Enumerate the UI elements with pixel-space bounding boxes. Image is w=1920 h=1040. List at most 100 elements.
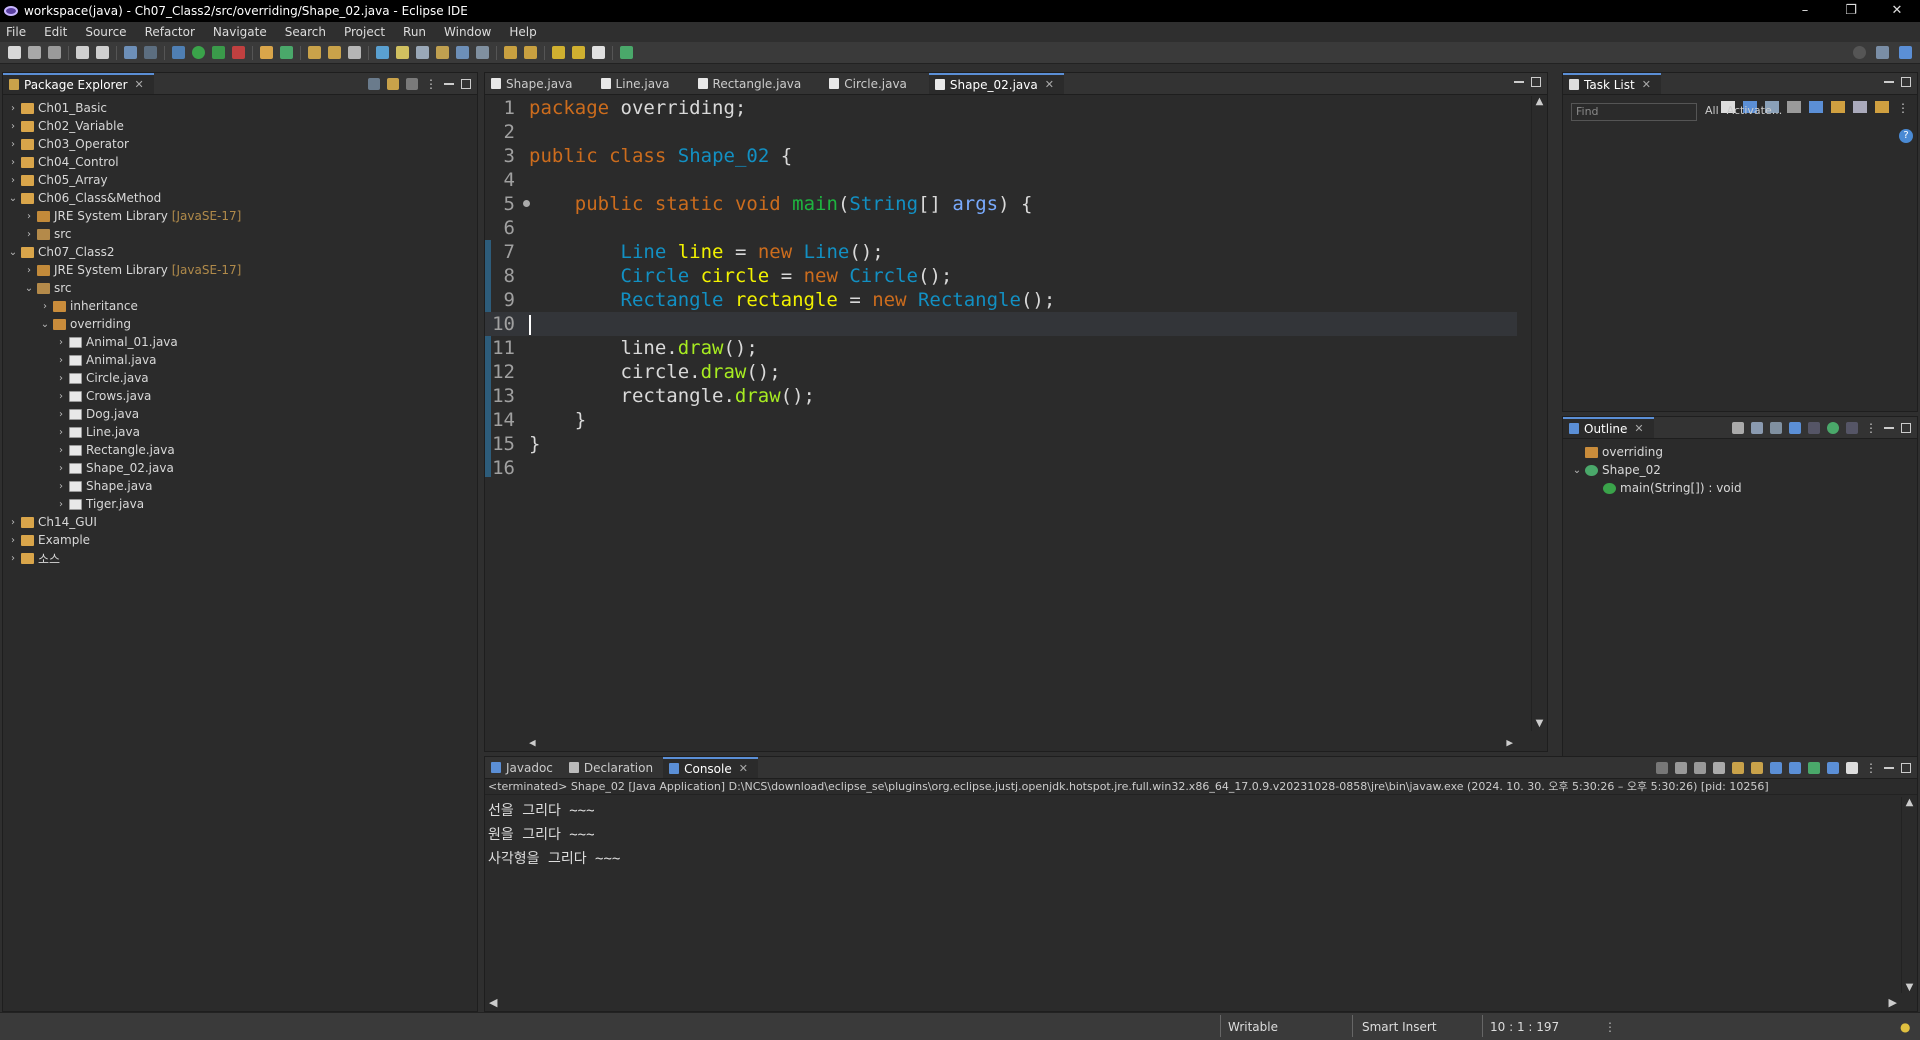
collapse-all-icon[interactable]	[368, 78, 380, 90]
pilcrow-icon[interactable]	[476, 46, 489, 59]
display-console-icon[interactable]	[1827, 762, 1839, 774]
editor-tab[interactable]: Line.java	[595, 73, 680, 94]
tab-javadoc[interactable]: Javadoc	[485, 757, 563, 778]
tree-item[interactable]: › Circle.java	[3, 369, 477, 387]
tab-outline[interactable]: Outline ✕	[1563, 417, 1654, 438]
debug-icon[interactable]	[172, 46, 185, 59]
chevron-right-icon[interactable]: ›	[7, 553, 19, 564]
menu-file[interactable]: File	[6, 25, 26, 39]
code-line[interactable]: 13 rectangle.draw();	[485, 384, 1517, 408]
tree-item[interactable]: › Ch05_Array	[3, 171, 477, 189]
highlight-icon[interactable]	[396, 46, 409, 59]
word-wrap-icon[interactable]	[456, 46, 469, 59]
status-cursor-position[interactable]: 10 : 1 : 197	[1490, 1020, 1559, 1034]
link-with-editor-icon[interactable]	[387, 78, 399, 90]
close-button[interactable]: ✕	[1874, 0, 1920, 22]
chevron-down-icon[interactable]: ⌄	[1571, 465, 1583, 476]
minimize-view-icon[interactable]	[1884, 427, 1894, 429]
word-wrap-icon[interactable]	[1751, 762, 1763, 774]
chevron-down-icon[interactable]: ⌄	[7, 193, 19, 204]
coverage-icon[interactable]	[212, 46, 225, 59]
console-vertical-scrollbar[interactable]: ▲ ▼	[1901, 797, 1917, 993]
open-perspective-icon[interactable]	[1876, 46, 1889, 59]
menu-source[interactable]: Source	[85, 25, 126, 39]
code-line[interactable]: 14 }	[485, 408, 1517, 432]
help-icon[interactable]: ?	[1899, 129, 1913, 143]
close-icon[interactable]: ✕	[1045, 78, 1054, 91]
chevron-right-icon[interactable]: ›	[7, 517, 19, 528]
show-console-output-icon[interactable]	[1770, 762, 1782, 774]
chevron-right-icon[interactable]: ›	[7, 139, 19, 150]
tree-item[interactable]: › Animal.java	[3, 351, 477, 369]
editor-tab[interactable]: Shape.java	[485, 73, 583, 94]
tab-declaration[interactable]: Declaration	[563, 757, 663, 778]
minimize-view-icon[interactable]	[1884, 767, 1894, 769]
maximize-editor-icon[interactable]	[1531, 77, 1541, 87]
last-edit-icon[interactable]	[552, 46, 565, 59]
task-find-input[interactable]: Find	[1571, 103, 1697, 121]
view-menu-icon[interactable]: ⋮	[1865, 761, 1877, 775]
close-icon[interactable]: ✕	[1642, 78, 1651, 91]
show-console-error-icon[interactable]	[1789, 762, 1801, 774]
chevron-right-icon[interactable]: ›	[55, 481, 67, 492]
new-java-project-icon[interactable]	[260, 46, 273, 59]
editor-tab[interactable]: Circle.java	[823, 73, 917, 94]
code-line[interactable]: 4	[485, 168, 1517, 192]
scroll-lock-icon[interactable]	[1732, 762, 1744, 774]
tree-item[interactable]: › Rectangle.java	[3, 441, 477, 459]
tree-item[interactable]: › Shape.java	[3, 477, 477, 495]
filter-all-link[interactable]: All	[1705, 104, 1719, 117]
tree-item[interactable]: › Ch14_GUI	[3, 513, 477, 531]
editor-tab[interactable]: Rectangle.java	[692, 73, 812, 94]
tree-item[interactable]: › Line.java	[3, 423, 477, 441]
status-insert-mode[interactable]: Smart Insert	[1362, 1020, 1437, 1034]
remove-launch-icon[interactable]	[1675, 762, 1687, 774]
search-icon[interactable]	[1853, 46, 1866, 59]
save-all-icon[interactable]	[48, 46, 61, 59]
tree-item[interactable]: › Shape_02.java	[3, 459, 477, 477]
code-area[interactable]: 1 package overriding; 2 3 public class Shape…	[485, 96, 1517, 731]
code-line[interactable]: 6	[485, 216, 1517, 240]
code-line[interactable]: 11 line.draw();	[485, 336, 1517, 360]
clear-console-icon[interactable]	[1713, 762, 1725, 774]
code-line[interactable]: 5 public static void main(String[] args)…	[485, 192, 1517, 216]
editor-tab[interactable]: Shape_02.java ✕	[928, 73, 1064, 94]
view-menu-icon[interactable]: ⋮	[1865, 421, 1877, 435]
fold-marker-icon[interactable]	[523, 200, 530, 207]
tip-lightbulb-icon[interactable]: ●	[1900, 1020, 1910, 1034]
new-class-icon[interactable]	[280, 46, 293, 59]
focus-workweek-icon[interactable]	[1809, 101, 1823, 113]
code-line[interactable]: 2	[485, 120, 1517, 144]
chevron-right-icon[interactable]: ›	[55, 355, 67, 366]
terminate-icon[interactable]	[1656, 762, 1668, 774]
minimize-view-icon[interactable]	[1884, 81, 1894, 83]
pin-editor-icon[interactable]	[620, 46, 633, 59]
chevron-right-icon[interactable]: ›	[39, 301, 51, 312]
tree-item[interactable]: › Ch03_Operator	[3, 135, 477, 153]
code-line[interactable]: 12 circle.draw();	[485, 360, 1517, 384]
tree-item[interactable]: › Animal_01.java	[3, 333, 477, 351]
menu-run[interactable]: Run	[403, 25, 426, 39]
open-type-icon[interactable]	[308, 46, 321, 59]
tree-item[interactable]: › JRE System Library [JavaSE-17]	[3, 261, 477, 279]
hide-local-types-icon[interactable]	[1846, 422, 1858, 434]
minimize-editor-icon[interactable]	[1514, 81, 1524, 83]
new-icon[interactable]	[8, 46, 21, 59]
chevron-right-icon[interactable]: ›	[55, 409, 67, 420]
tree-item[interactable]: › JRE System Library [JavaSE-17]	[3, 207, 477, 225]
console-horizontal-scrollbar[interactable]: ◀ ▶	[485, 993, 1901, 1011]
outline-item[interactable]: overriding	[1563, 443, 1917, 461]
sort-icon[interactable]	[1831, 101, 1845, 113]
block-selection-icon[interactable]	[436, 46, 449, 59]
chevron-right-icon[interactable]: ›	[23, 211, 35, 222]
tree-item[interactable]: ⌄ src	[3, 279, 477, 297]
restore-button[interactable]: ❐	[1828, 0, 1874, 22]
chevron-down-icon[interactable]: ⌄	[39, 319, 51, 330]
run-icon[interactable]	[192, 46, 205, 59]
sort-icon[interactable]	[1770, 422, 1782, 434]
chevron-right-icon[interactable]: ›	[7, 175, 19, 186]
close-icon[interactable]: ✕	[135, 78, 144, 91]
code-line[interactable]: 10	[485, 312, 1517, 336]
outline-item[interactable]: ⌄ Shape_02	[1563, 461, 1917, 479]
previous-annotation-icon[interactable]	[524, 46, 537, 59]
